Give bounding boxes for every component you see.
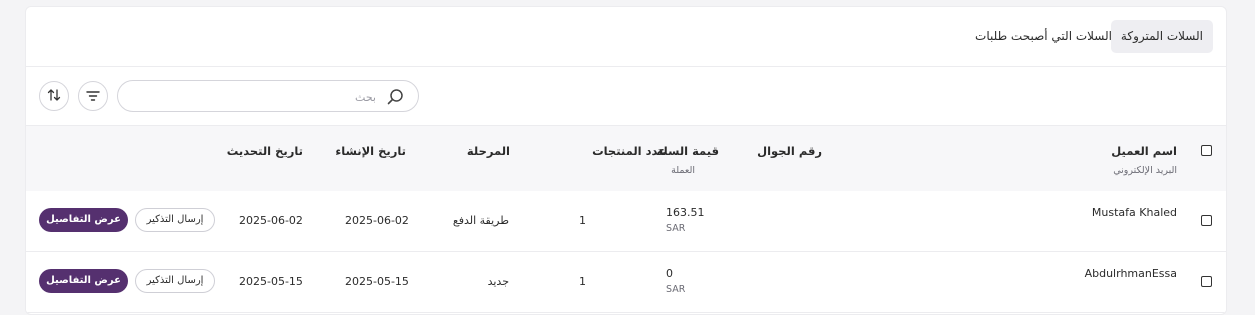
table-header-row: اسم العميل البريد الإلكتروني رقم الجوال … <box>26 125 1226 192</box>
header-product-count[interactable]: عدد المنتجات <box>592 144 666 158</box>
row-checkbox[interactable] <box>1201 276 1212 287</box>
header-created-at[interactable]: تاريخ الإنشاء <box>335 144 406 158</box>
table-row: AbdulrhmanEssa 0 SAR 1 جديد 2025-05-15 2… <box>26 252 1226 313</box>
cart-stage: طريقة الدفع <box>452 214 509 227</box>
tab-abandoned-carts[interactable]: السلات المتروكة <box>1110 20 1213 53</box>
header-customer-name[interactable]: اسم العميل <box>1111 144 1177 158</box>
table-toolbar <box>26 79 1226 115</box>
tab-converted-carts[interactable]: السلات التي أصبحت طلبات <box>965 20 1122 53</box>
header-phone[interactable]: رقم الجوال <box>757 144 822 158</box>
search-icon <box>387 88 404 109</box>
send-reminder-button[interactable]: إرسال التذكير <box>135 269 215 293</box>
abandoned-carts-card: السلات المتروكة السلات التي أصبحت طلبات <box>25 6 1227 315</box>
updated-date: 2025-06-02 <box>239 214 303 227</box>
sort-icon <box>47 87 61 106</box>
header-email: البريد الإلكتروني <box>1113 165 1177 176</box>
filter-button[interactable] <box>78 81 108 111</box>
cart-currency: SAR <box>666 223 686 234</box>
search-box[interactable] <box>117 80 419 112</box>
cart-value: 163.51 <box>666 206 705 219</box>
row-checkbox[interactable] <box>1201 215 1212 226</box>
view-details-button[interactable]: عرض التفاصيل <box>39 269 128 293</box>
header-updated-at[interactable]: تاريخ التحديث <box>227 144 303 158</box>
send-reminder-button[interactable]: إرسال التذكير <box>135 208 215 232</box>
product-count: 1 <box>579 214 586 227</box>
customer-name: AbdulrhmanEssa <box>1084 267 1177 280</box>
customer-name: Mustafa Khaled <box>1091 206 1177 219</box>
updated-date: 2025-05-15 <box>239 275 303 288</box>
header-stage[interactable]: المرحلة <box>467 144 510 158</box>
sort-button[interactable] <box>39 81 69 111</box>
table-row: Mustafa Khaled 163.51 SAR 1 طريقة الدفع … <box>26 191 1226 252</box>
product-count: 1 <box>579 275 586 288</box>
view-details-button[interactable]: عرض التفاصيل <box>39 208 128 232</box>
cart-currency: SAR <box>666 284 686 295</box>
filter-icon <box>86 87 100 106</box>
created-date: 2025-06-02 <box>345 214 409 227</box>
header-currency: العملة <box>671 165 695 176</box>
search-input[interactable] <box>154 87 378 107</box>
cart-value: 0 <box>666 267 673 280</box>
cart-stage: جديد <box>487 275 509 288</box>
select-all-checkbox[interactable] <box>1201 145 1212 156</box>
tab-bar: السلات المتروكة السلات التي أصبحت طلبات <box>26 7 1226 67</box>
created-date: 2025-05-15 <box>345 275 409 288</box>
